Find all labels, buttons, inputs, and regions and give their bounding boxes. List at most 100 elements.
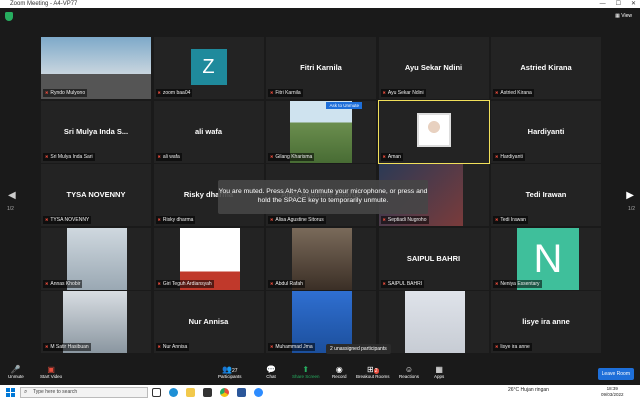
participants-button[interactable]: 👥27 Participants <box>218 365 242 379</box>
participant-name-display: Hardiyanti <box>527 126 565 136</box>
file-explorer-icon[interactable] <box>186 388 195 397</box>
apps-label: Apps <box>434 374 445 379</box>
share-screen-icon: ⬆ <box>302 365 310 374</box>
participant-tile[interactable]: TYSA NOVENNY TYSA NOVENNY <box>41 164 151 226</box>
window-title: Zoom Meeting - A4-VP77 <box>10 1 78 7</box>
participant-label: Tedi Irawan <box>493 216 528 224</box>
participant-tile[interactable]: Nur Annisa Nur Annisa <box>153 291 264 353</box>
participant-label: SAIPUL BAHRI <box>380 279 425 288</box>
unmute-button[interactable]: 🎤 Unmute <box>8 365 24 379</box>
participant-label: Ayu Sekar Ndini <box>380 89 426 97</box>
participant-name-display: Nur Annisa <box>188 317 229 326</box>
participants-label: Participants <box>218 374 242 379</box>
participant-label: Abdul Rafah <box>268 279 305 288</box>
participant-tile[interactable]: NNeniya Essentary <box>491 227 601 290</box>
participant-name-display: SAIPUL BAHRI <box>406 253 461 263</box>
participant-label: Septiadi Nugroho <box>380 216 429 224</box>
minimize-button[interactable]: — <box>600 0 606 8</box>
share-screen-label: Share Screen <box>292 374 320 379</box>
participant-tile[interactable]: lisye ira anne lisye ira anne <box>491 291 601 353</box>
participant-tile[interactable]: Fitri Karnila Fitri Karnila <box>266 37 376 99</box>
participant-label: Sri Mulya Inda Sari <box>43 152 95 161</box>
participant-tile[interactable]: Ask to Unmute Gilang Kharisma <box>266 100 376 163</box>
unassigned-participants[interactable]: 2 unassigned participants <box>326 344 391 354</box>
share-screen-button[interactable]: ⬆ Share Screen <box>292 365 320 379</box>
window-titlebar: Zoom Meeting - A4-VP77 — ☐ ✕ <box>0 0 640 8</box>
participant-tile[interactable]: Annas Khobir <box>41 227 151 290</box>
participant-tile[interactable] <box>378 291 489 353</box>
participant-tile[interactable]: Ryndo Mulyono <box>41 37 151 99</box>
taskbar-apps <box>152 388 263 397</box>
view-label: View <box>621 13 632 19</box>
participant-label: Fitri Karnila <box>268 89 303 97</box>
participant-label: Nur Annisa <box>155 343 190 351</box>
participant-tile[interactable]: Sri Mulya Inda S... Sri Mulya Inda Sari <box>41 100 151 163</box>
unmute-label: Unmute <box>8 374 24 379</box>
taskbar-search-input[interactable]: Type here to search <box>20 387 148 398</box>
participant-name-display: Astried Kirana <box>520 63 572 72</box>
participant-avatar: Z <box>190 49 227 85</box>
participant-name-display: Tedi Irawan <box>525 190 567 199</box>
chat-button[interactable]: 💬 Chat <box>266 365 276 379</box>
participant-label: Neniya Essentary <box>493 279 542 288</box>
ask-to-unmute-button[interactable]: Ask to Unmute <box>326 101 362 109</box>
breakout-rooms-icon: ⊞2 <box>367 365 379 374</box>
word-icon[interactable] <box>237 388 246 397</box>
maximize-button[interactable]: ☐ <box>616 0 621 8</box>
participant-label: Alisa Agustine Sitorus <box>268 216 326 224</box>
participant-label: Aman <box>380 152 403 161</box>
start-video-button[interactable]: ▣ Start Video <box>40 365 62 379</box>
weather-status[interactable]: 26°C Hujan ringan <box>508 387 549 393</box>
security-shield-icon[interactable] <box>5 12 13 21</box>
clock-date: 09/03/2022 <box>601 392 624 397</box>
clock[interactable]: 18:39 09/03/2022 <box>601 386 624 398</box>
participant-label: Risky dharma <box>155 216 196 224</box>
apps-button[interactable]: ▦ Apps <box>434 365 444 379</box>
grid-icon: ▦ <box>615 13 620 19</box>
participant-tile[interactable]: Abdul Rafah <box>266 227 376 290</box>
muted-notification: You are muted. Press Alt+A to unmute you… <box>218 180 428 214</box>
breakout-rooms-button[interactable]: ⊞2 Breakout Rooms <box>356 365 390 379</box>
close-button[interactable]: ✕ <box>631 0 636 8</box>
reactions-icon: ☺ <box>404 365 414 374</box>
participant-tile[interactable]: Zzoom baa04 <box>153 37 264 99</box>
microphone-muted-icon: 🎤 <box>10 365 21 374</box>
chrome-icon[interactable] <box>220 388 229 397</box>
window-controls: — ☐ ✕ <box>600 0 636 8</box>
participant-name-display: TYSA NOVENNY <box>66 190 126 199</box>
participant-name-display: Sri Mulya Inda S... <box>63 126 129 136</box>
participant-name-display: ali wafa <box>194 126 223 136</box>
participant-tile[interactable]: ali wafa ali wafa <box>153 100 264 163</box>
windows-start-icon[interactable] <box>6 388 15 397</box>
participant-tile[interactable]: Aman <box>377 99 490 164</box>
start-video-label: Start Video <box>40 374 63 379</box>
participant-tile[interactable]: Tedi Irawan Tedi Irawan <box>491 164 601 226</box>
meeting-topbar: ▦ View <box>0 8 640 30</box>
participant-tile[interactable]: Giri Teguh Ardiansyah <box>153 227 264 290</box>
next-page-arrow[interactable]: ▶ <box>626 190 634 201</box>
previous-page-arrow[interactable]: ◀ <box>8 190 16 201</box>
leave-room-button[interactable]: Leave Room <box>597 368 634 380</box>
meeting-toolbar: 🎤 Unmute ▣ Start Video 👥27 Participants … <box>0 363 640 385</box>
participant-tile[interactable]: Astried Kirana Astried Kirana <box>491 37 601 99</box>
participants-icon: 👥27 <box>221 365 238 374</box>
task-view-icon[interactable] <box>152 388 161 397</box>
record-button[interactable]: ◉ Record <box>332 365 347 379</box>
zoom-icon[interactable] <box>254 388 263 397</box>
participant-label: Astried Kirana <box>493 89 534 97</box>
store-icon[interactable] <box>203 388 212 397</box>
participant-tile[interactable]: M Satir Hasibuan <box>41 291 151 353</box>
previous-page-number: 1/2 <box>7 206 14 212</box>
participant-tile[interactable]: SAIPUL BAHRI SAIPUL BAHRI <box>378 227 489 290</box>
participant-tile[interactable]: Hardiyanti Hardiyanti <box>491 100 601 163</box>
participant-label: Annas Khobir <box>43 279 83 288</box>
participant-label: ali wafa <box>155 152 182 161</box>
participant-tile[interactable]: Ayu Sekar Ndini Ayu Sekar Ndini <box>378 37 489 99</box>
participant-name-display: lisye ira anne <box>522 317 570 326</box>
participant-label: Giri Teguh Ardiansyah <box>155 279 214 288</box>
reactions-button[interactable]: ☺ Reactions <box>399 365 419 379</box>
video-off-icon: ▣ <box>47 365 55 374</box>
chat-label: Chat <box>266 374 276 379</box>
view-button[interactable]: ▦ View <box>615 13 632 19</box>
edge-icon[interactable] <box>169 388 178 397</box>
